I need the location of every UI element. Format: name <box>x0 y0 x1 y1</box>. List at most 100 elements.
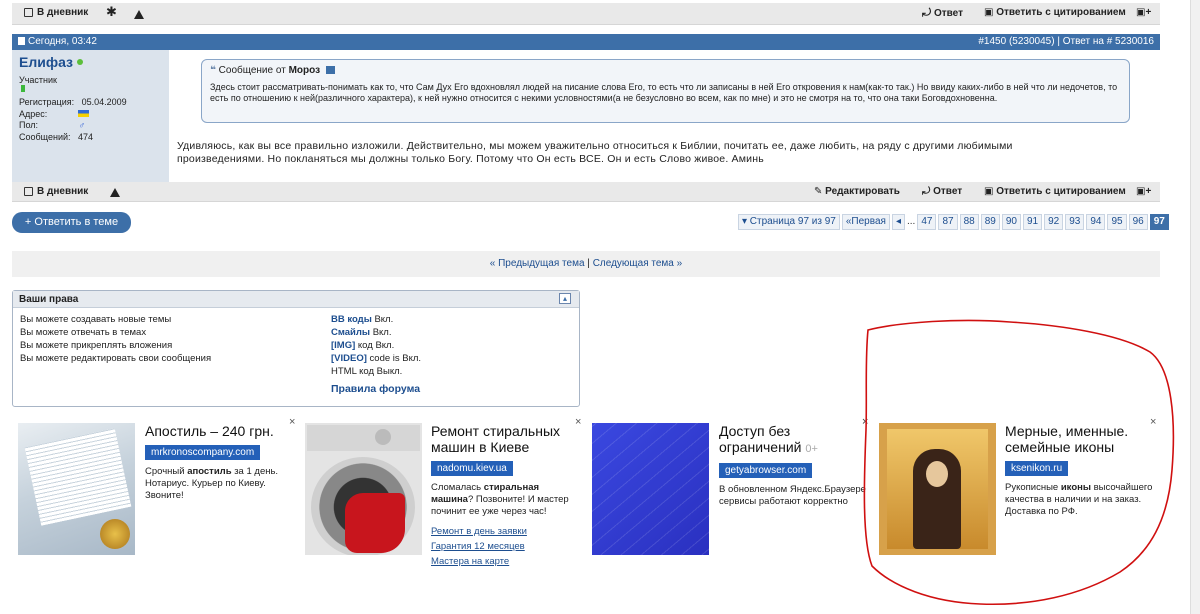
top-diary-button[interactable]: В дневник <box>24 7 88 18</box>
rights-permission-item: Вы можете редактировать свои сообщения <box>20 353 212 364</box>
ad-block-washer-repair[interactable]: Ремонт стиральных машин в Киеве nadomu.k… <box>305 416 587 591</box>
page-link[interactable]: 89 <box>980 214 1000 230</box>
reply-in-thread-button[interactable]: + Ответить в теме <box>12 212 131 233</box>
pagination-ellipsis: ... <box>906 216 916 227</box>
ukraine-flag-icon <box>77 110 89 117</box>
pagination: ▾ Страница 97 из 97 «Первая ◂... 47 87 88 89 90… <box>736 214 1169 230</box>
ad-sitelink[interactable]: Ремонт в день заявки <box>431 524 581 539</box>
rights-title: Ваши права <box>19 294 79 305</box>
video-code-row: [VIDEO] code is Вкл. <box>331 353 422 364</box>
ad-title[interactable]: Апостиль – 240 грн. <box>145 423 295 439</box>
ad-image-browser-pattern[interactable] <box>592 423 709 555</box>
messages-row: Сообщений: 474 <box>19 132 94 142</box>
rights-permission-list: Вы можете создавать новые темы Вы можете… <box>20 313 211 365</box>
current-page: 97 <box>1149 214 1169 230</box>
forum-rules-link[interactable]: Правила форума <box>331 383 421 396</box>
first-page-link[interactable]: «Первая <box>841 214 890 230</box>
page-link[interactable]: 93 <box>1065 214 1085 230</box>
close-ad-icon[interactable]: × <box>289 416 295 428</box>
gold-seal-icon <box>100 519 130 549</box>
page-link[interactable]: 87 <box>938 214 958 230</box>
prev-thread-link[interactable]: « Предыдущая тема <box>490 258 585 269</box>
page-link[interactable]: 96 <box>1128 214 1148 230</box>
page-link[interactable]: 94 <box>1086 214 1106 230</box>
collapse-icon[interactable]: ▴ <box>559 293 571 304</box>
page-link[interactable]: 47 <box>917 214 937 230</box>
ad-title[interactable]: Мерные, именные. семейные иконы <box>1005 423 1157 455</box>
video-code-link[interactable]: [VIDEO] <box>331 353 367 364</box>
quote-icon: ❝ <box>210 65 216 76</box>
quote-header: ❝ Сообщение от Мороз <box>210 65 335 76</box>
ad-block-browser[interactable]: Доступ без ограничений 0+ getyabrowser.c… <box>592 416 874 561</box>
close-ad-icon[interactable]: × <box>1150 416 1156 428</box>
page-link[interactable]: 92 <box>1044 214 1064 230</box>
ad-domain-link[interactable]: getyabrowser.com <box>719 463 813 478</box>
bottom-multiquote-icon[interactable]: ▣+ <box>1136 186 1151 197</box>
thread-nav-separator: | <box>587 258 590 269</box>
age-rating: 0+ <box>805 443 818 455</box>
img-code-row: [IMG] код Вкл. <box>331 340 395 351</box>
bottom-reply-button[interactable]: ⤾ Ответ <box>922 186 962 197</box>
quote-reply-icon: ▣ <box>984 186 994 197</box>
thread-nav-bar: « Предыдущая тема | Следующая тема » <box>12 251 1160 277</box>
address-row: Адрес: <box>19 109 89 119</box>
ad-domain-link[interactable]: nadomu.kiev.ua <box>431 461 513 476</box>
top-quote-reply-button[interactable]: ▣ Ответить с цитированием <box>984 7 1126 18</box>
next-thread-link[interactable]: Следующая тема » <box>593 258 683 269</box>
ad-sitelink[interactable]: Гарантия 12 месяцев <box>431 539 581 554</box>
edit-button[interactable]: ✎ Редактировать <box>814 186 900 197</box>
ad-domain-link[interactable]: ksenikon.ru <box>1005 461 1069 476</box>
rights-permission-item: Вы можете создавать новые темы <box>20 314 172 325</box>
gender-row: Пол: ♂ <box>19 120 86 130</box>
quote-reply-icon: ▣ <box>984 7 994 18</box>
top-multiquote-icon[interactable]: ▣+ <box>1136 7 1151 18</box>
ad-title[interactable]: Ремонт стиральных машин в Киеве <box>431 423 581 455</box>
ad-title[interactable]: Доступ без ограничений 0+ <box>719 423 869 457</box>
bottom-quote-reply-button[interactable]: ▣ Ответить с цитированием <box>984 186 1126 197</box>
page-link[interactable]: 91 <box>1022 214 1043 230</box>
ad-domain-link[interactable]: mrkronoscompany.com <box>145 445 261 460</box>
view-post-icon[interactable] <box>325 66 335 74</box>
post-icon <box>18 37 25 45</box>
bottom-diary-button[interactable]: В дневник <box>24 186 88 197</box>
smiles-row: Смайлы Вкл. <box>331 327 392 338</box>
male-gender-icon: ♂ <box>78 120 86 130</box>
diary-icon <box>24 7 33 17</box>
html-code-row: HTML код Выкл. <box>331 366 403 377</box>
online-dot-icon <box>77 59 84 65</box>
ad-image-washing-machine[interactable] <box>305 423 422 555</box>
star-icon[interactable]: ✱ <box>106 4 117 20</box>
quote-author[interactable]: Мороз <box>289 65 321 76</box>
page-link[interactable]: 88 <box>959 214 979 230</box>
top-reply-button[interactable]: ⤾ Ответ <box>922 7 963 20</box>
author-role: Участник <box>19 75 57 85</box>
ad-image-document[interactable] <box>18 423 135 555</box>
top-post-toolbar: В дневник ✱ ⤾ Ответ ▣ Ответить с цитиров… <box>12 3 1160 25</box>
page-link[interactable]: 95 <box>1107 214 1127 230</box>
ad-sitelink[interactable]: Мастера на карте <box>431 554 581 569</box>
ad-block-apostille[interactable]: Апостиль – 240 грн. mrkronoscompany.com … <box>18 416 300 561</box>
page-link[interactable]: 90 <box>1001 214 1021 230</box>
warning-icon[interactable] <box>134 9 148 20</box>
close-ad-icon[interactable]: × <box>575 416 581 428</box>
smiles-link[interactable]: Смайлы <box>331 327 370 338</box>
prev-page-link[interactable]: ◂ <box>891 214 905 230</box>
author-name[interactable]: Елифаз <box>19 54 84 70</box>
ad-block-icons[interactable]: Мерные, именные. семейные иконы ksenikon… <box>879 416 1161 561</box>
bb-codes-link[interactable]: BB коды <box>331 314 372 325</box>
ad-image-saint-icon[interactable] <box>879 423 996 555</box>
post-reference[interactable]: #1450 (5230045) | Ответ на # 5230016 <box>978 36 1154 47</box>
post-date: Сегодня, 03:42 <box>18 36 97 47</box>
page-scrollbar-edge <box>1190 0 1200 614</box>
rights-codes-list: BB коды Вкл. Смайлы Вкл. [IMG] код Вкл. … <box>331 313 421 396</box>
quote-box: ❝ Сообщение от Мороз Здесь стоит рассмат… <box>201 59 1130 123</box>
img-code-link[interactable]: [IMG] <box>331 340 355 351</box>
warning-icon[interactable] <box>110 187 124 198</box>
registration-row: Регистрация: 05.04.2009 <box>19 97 127 107</box>
rights-permission-item: Вы можете отвечать в темах <box>20 327 147 338</box>
page-info[interactable]: ▾ Страница 97 из 97 <box>738 214 840 230</box>
bottom-post-toolbar: В дневник ✎ Редактировать ⤾ Ответ ▣ Отве… <box>12 182 1160 202</box>
close-ad-icon[interactable]: × <box>862 416 868 428</box>
diary-icon <box>24 186 33 196</box>
quote-text: Здесь стоит рассматривать-понимать как т… <box>210 82 1118 103</box>
